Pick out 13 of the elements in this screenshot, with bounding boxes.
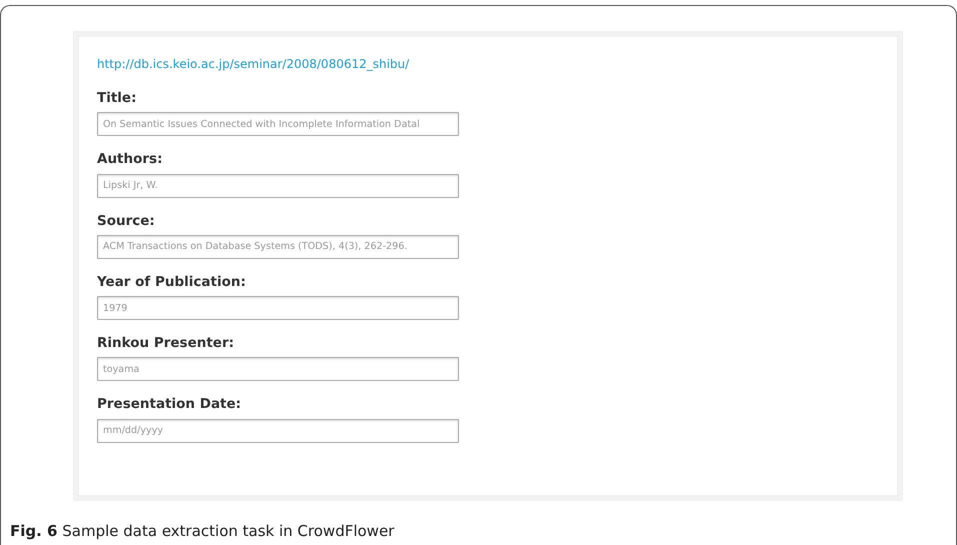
input-field[interactable]: 1979 (97, 296, 459, 320)
field-label: Source: (97, 212, 156, 230)
field-label: Authors: (97, 150, 164, 170)
input-field[interactable]: On Semantic Issues Connected with Incomplete Information Datal (97, 112, 459, 136)
field-label: Year of Publication: (97, 272, 247, 292)
field-label: Presentation Date: (97, 395, 242, 414)
input-field[interactable]: ACM Transactions on Database Systems (TODS), 4(3), 262-296. (97, 234, 459, 259)
url-link[interactable]: http://db.ics.keio.ac.jp/seminar/2008/080612_shibu/ (97, 57, 410, 71)
field-label: Rinkou Presenter: (97, 334, 236, 353)
field-label: Title: (97, 89, 138, 108)
input-field[interactable]: mm/dd/yyyy (97, 418, 459, 442)
input-field[interactable]: toyama (97, 357, 459, 382)
input-field[interactable]: Lipski Jr, W. (97, 174, 459, 198)
